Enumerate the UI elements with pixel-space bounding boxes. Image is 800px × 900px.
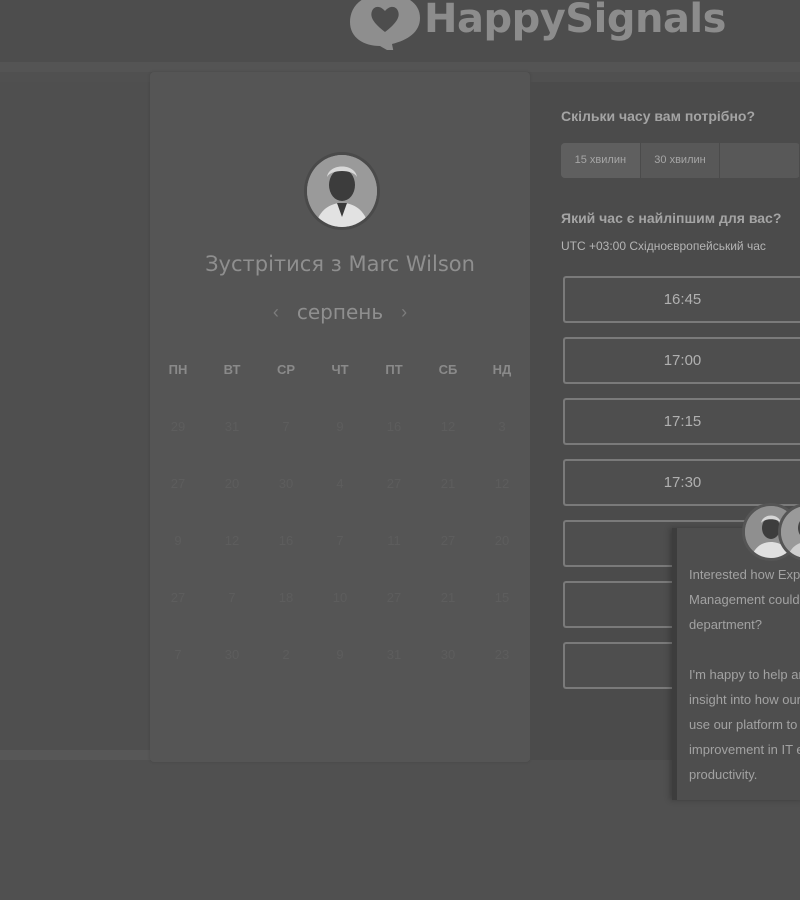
calendar-day: 9	[174, 533, 182, 548]
calendar-day: 20	[494, 533, 510, 548]
calendar-day: 27	[386, 590, 402, 605]
time-slot[interactable]: 17:30	[563, 459, 800, 506]
host-avatar	[304, 152, 380, 230]
calendar-title: Зустрітися з Marc Wilson	[205, 252, 475, 276]
time-heading: Який час є найліпшим для вас?	[561, 210, 782, 226]
heart-speech-bubble-icon	[350, 0, 420, 50]
month-label: серпень	[296, 300, 384, 324]
calendar-day: 23	[494, 647, 510, 662]
calendar-day: 16	[278, 533, 294, 548]
calendar-day: 31	[386, 647, 402, 662]
brand-logo[interactable]: HappySignals	[350, 0, 726, 56]
day-grid: 29 31 7 9 16 12 3 27 20 30 4 27 21 12 9 …	[150, 417, 531, 665]
calendar-day: 7	[174, 647, 182, 662]
duration-heading: Скільки часу вам потрібно?	[561, 108, 756, 124]
duration-selector: 15 хвилин 30 хвилин	[561, 143, 800, 178]
calendar-day: 12	[224, 533, 240, 548]
weekday-label: ЧТ	[331, 362, 349, 377]
time-slot[interactable]: 17:15	[563, 398, 800, 445]
calendar-day: 27	[386, 476, 402, 491]
calendar-day: 27	[170, 590, 186, 605]
calendar-day: 9	[336, 647, 344, 662]
left-empty-pane	[0, 82, 150, 750]
calendar-day: 31	[224, 419, 240, 434]
calendar-day: 10	[332, 590, 348, 605]
header-divider	[0, 62, 800, 72]
calendar-day: 12	[494, 476, 510, 491]
weekday-header: ПН ВТ СР ЧТ ПТ СБ НД	[150, 362, 531, 377]
calendar-day: 9	[336, 419, 344, 434]
chevron-left-icon[interactable]: ‹	[273, 302, 279, 323]
calendar-day: 15	[494, 590, 510, 605]
calendar-card: Зустрітися з Marc Wilson ‹ серпень › ПН …	[150, 72, 530, 762]
weekday-label: ПН	[168, 362, 188, 377]
calendar-day: 29	[170, 419, 186, 434]
time-slot[interactable]: 17:00	[563, 337, 800, 384]
weekday-label: НД	[492, 362, 512, 377]
calendar-day: 7	[336, 533, 344, 548]
calendar-day: 20	[224, 476, 240, 491]
calendar-day: 27	[170, 476, 186, 491]
calendar-day: 21	[440, 590, 456, 605]
chat-message: Interested how Expe Management could dep…	[689, 567, 800, 782]
calendar-day: 16	[386, 419, 402, 434]
calendar-day: 7	[282, 419, 290, 434]
chevron-right-icon[interactable]: ›	[401, 302, 407, 323]
brand-name: HappySignals	[424, 0, 726, 42]
weekday-label: СБ	[438, 362, 458, 377]
page-header: HappySignals	[0, 0, 800, 62]
calendar-day: 11	[387, 533, 401, 548]
weekday-label: СР	[276, 362, 296, 377]
calendar-day: 7	[228, 590, 236, 605]
timezone-label: UTC +03:00 Східноєвропейський час	[561, 239, 766, 253]
calendar-day: 3	[498, 419, 506, 434]
weekday-label: ПТ	[385, 362, 403, 377]
calendar-day: 30	[440, 647, 456, 662]
duration-option-more[interactable]	[720, 143, 800, 178]
calendar-day: 21	[440, 476, 456, 491]
calendar-day: 4	[336, 476, 344, 491]
person-avatar-icon	[781, 506, 800, 558]
weekday-label: ВТ	[223, 362, 241, 377]
calendar-day: 12	[440, 419, 456, 434]
duration-option-15[interactable]: 15 хвилин	[561, 143, 641, 178]
calendar-day: 27	[440, 533, 456, 548]
chat-popup[interactable]: Interested how Expe Management could dep…	[672, 528, 800, 800]
person-avatar-icon	[307, 155, 377, 227]
calendar-day: 30	[278, 476, 294, 491]
calendar-day: 30	[224, 647, 240, 662]
month-navigation: ‹ серпень ›	[150, 300, 530, 324]
calendar-day: 18	[278, 590, 294, 605]
calendar-day: 2	[282, 647, 290, 662]
time-slot[interactable]: 16:45	[563, 276, 800, 323]
duration-option-30[interactable]: 30 хвилин	[641, 143, 721, 178]
